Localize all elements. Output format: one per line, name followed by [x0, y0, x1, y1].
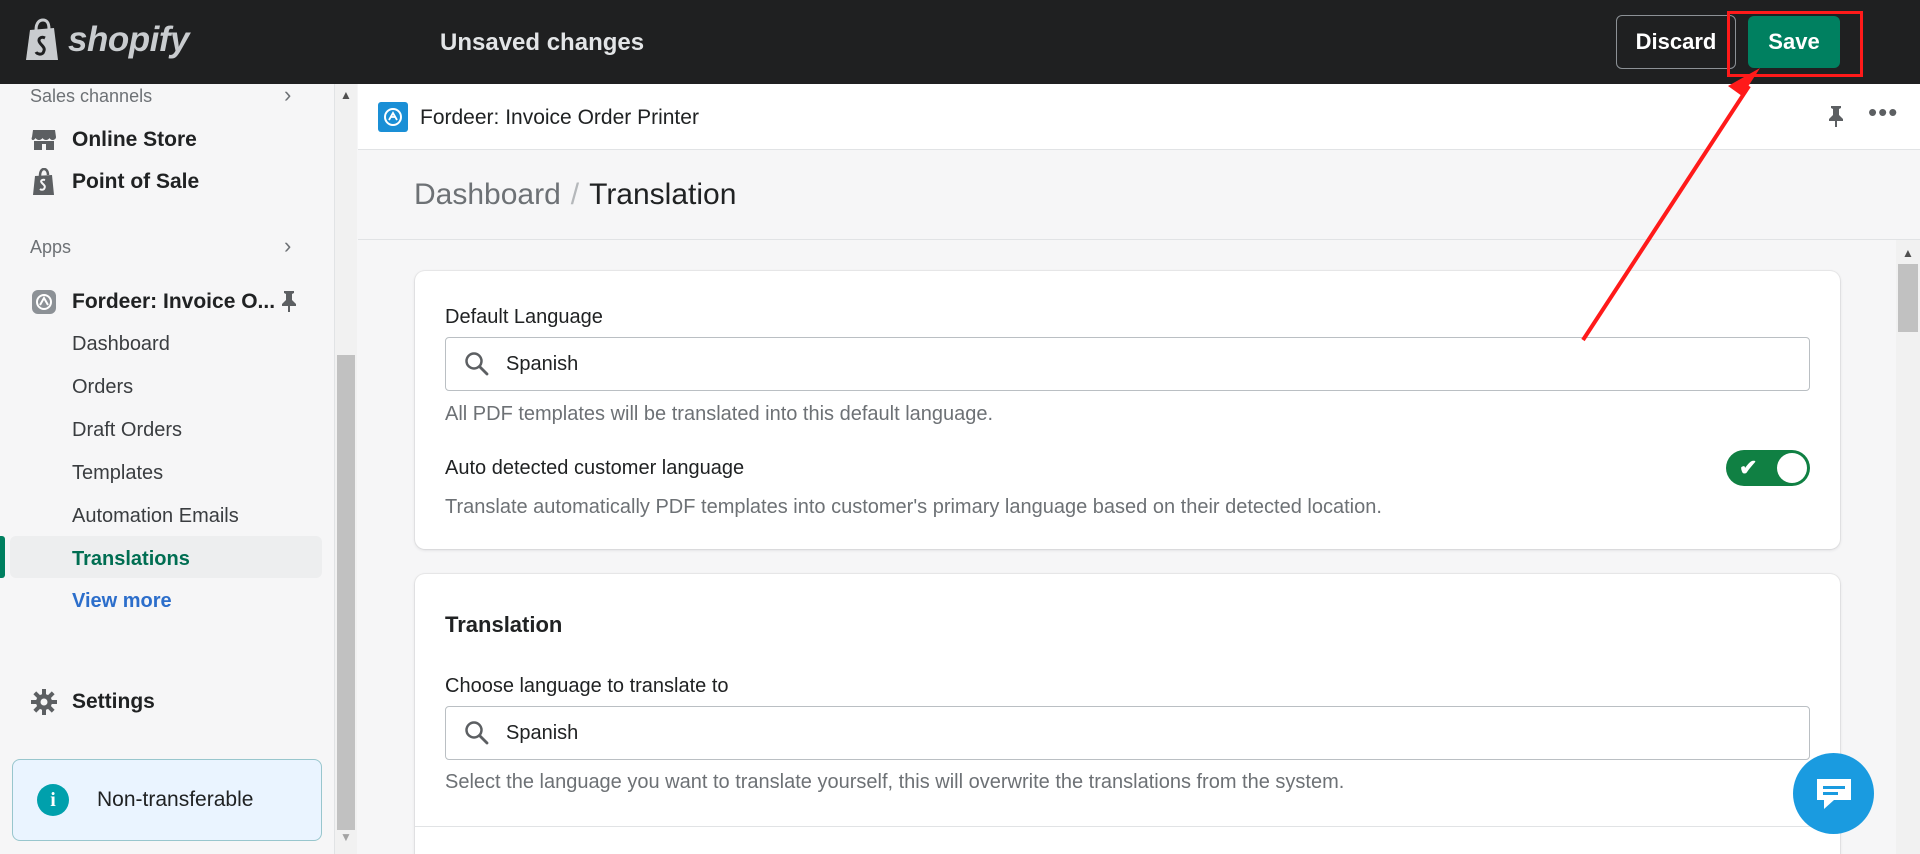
pin-icon[interactable] [1826, 104, 1846, 133]
default-language-value: Spanish [506, 352, 579, 375]
sidebar-item-templates[interactable]: Templates [72, 462, 163, 485]
pos-bag-icon [30, 168, 58, 196]
view-more-link[interactable]: View more [72, 590, 172, 613]
default-language-label: Default Language [445, 306, 603, 328]
sidebar-scrollbar-thumb[interactable] [337, 355, 355, 830]
logo-text: shopify [68, 20, 189, 59]
non-transferable-notice: i Non-transferable [12, 759, 322, 841]
sidebar-item-orders[interactable]: Orders [72, 376, 133, 399]
default-language-help: All PDF templates will be translated int… [445, 403, 994, 425]
sidebar-item-dashboard[interactable]: Dashboard [72, 333, 170, 356]
translate-to-value: Spanish [506, 721, 579, 744]
apps-heading: Apps [30, 237, 72, 257]
sidebar-item-online-store[interactable]: Online Store [30, 126, 197, 154]
breadcrumb: Dashboard / Translation [414, 178, 736, 212]
more-actions-icon[interactable]: ••• [1868, 99, 1898, 125]
search-icon [465, 721, 489, 745]
default-language-input[interactable]: Spanish [445, 337, 1810, 391]
sidebar-item-settings[interactable]: Settings [30, 688, 155, 716]
pin-icon[interactable] [278, 289, 300, 318]
sidebar-item-label: Settings [72, 690, 155, 713]
info-icon: i [37, 784, 69, 816]
notice-text: Non-transferable [97, 788, 254, 811]
sales-channels-heading: Sales channels [30, 86, 153, 106]
sidebar [0, 84, 335, 854]
auto-detect-label: Auto detected customer language [445, 457, 745, 479]
sidebar-item-fordeer-app[interactable]: Fordeer: Invoice O... [30, 288, 275, 316]
card-divider [415, 826, 1840, 827]
translation-card-title: Translation [445, 612, 563, 637]
auto-detect-help: Translate automatically PDF templates in… [445, 496, 1382, 518]
discard-button[interactable]: Discard [1616, 15, 1736, 69]
store-icon [30, 126, 58, 154]
translate-to-label: Choose language to translate to [445, 675, 729, 697]
sidebar-item-automation-emails[interactable]: Automation Emails [72, 505, 239, 528]
fordeer-logo-icon [378, 102, 408, 132]
translate-to-input[interactable]: Spanish [445, 706, 1810, 760]
sidebar-item-label: Fordeer: Invoice O... [72, 290, 276, 313]
chat-icon [1816, 778, 1851, 809]
sidebar-item-point-of-sale[interactable]: Point of Sale [30, 168, 199, 196]
chevron-right-icon[interactable]: › [284, 233, 291, 259]
chevron-right-icon[interactable]: › [284, 82, 291, 108]
search-icon [465, 352, 489, 376]
chat-button[interactable] [1793, 753, 1874, 834]
scroll-up-arrow-icon[interactable]: ▲ [340, 88, 352, 102]
sidebar-item-label: Point of Sale [72, 170, 200, 193]
save-button[interactable]: Save [1748, 16, 1840, 68]
shopify-logo[interactable]: shopify [24, 18, 189, 62]
translate-to-help: Select the language you want to translat… [445, 771, 1345, 793]
main-scrollbar[interactable] [1896, 240, 1920, 854]
sidebar-item-label: Online Store [72, 128, 197, 151]
checkmark-icon: ✔ [1739, 455, 1758, 480]
scroll-down-arrow-icon[interactable]: ▼ [340, 830, 352, 844]
toggle-knob [1777, 453, 1807, 483]
fordeer-app-icon [30, 288, 58, 316]
unsaved-changes-text: Unsaved changes [440, 29, 645, 56]
auto-detect-toggle[interactable]: ✔ [1726, 450, 1810, 486]
shopify-bag-icon [26, 18, 58, 60]
main-scrollbar-thumb[interactable] [1898, 264, 1918, 332]
page-title: Translation [589, 178, 737, 211]
app-title: Fordeer: Invoice Order Printer [420, 106, 699, 129]
active-item-indicator [0, 536, 5, 578]
gear-icon [30, 688, 58, 716]
breadcrumb-dashboard-link[interactable]: Dashboard [414, 178, 561, 211]
sidebar-item-draft-orders[interactable]: Draft Orders [72, 419, 182, 442]
scroll-up-arrow-icon[interactable]: ▲ [1902, 246, 1914, 260]
sidebar-item-translations[interactable]: Translations [72, 548, 190, 571]
breadcrumb-separator: / [570, 178, 580, 211]
